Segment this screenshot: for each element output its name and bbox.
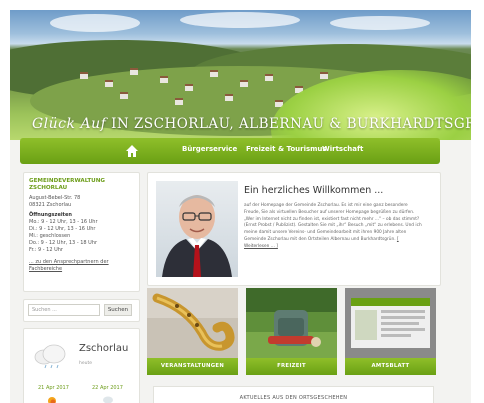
contact-info-title: GEMEINDEVERWALTUNG ZSCHORLAU (29, 178, 106, 191)
tile-leisure[interactable]: FREIZEIT (246, 288, 337, 375)
opening-hours-monday: Mo.: 9 - 12 Uhr, 13 - 16 Uhr (29, 219, 98, 225)
nav-item-wirtschaft[interactable]: Wirtschaft (322, 145, 363, 153)
contacts-link-line2[interactable]: Fachbereiche (29, 266, 62, 273)
weather-widget: Zschorlau heute 21 Apr 2017 22 Apr 2017 (23, 328, 140, 403)
welcome-title: Ein herzliches Willkommen ... (244, 185, 384, 196)
site-title: Glück Auf in Zschorlau, Albernau & Burkh… (32, 116, 471, 132)
weather-city: Zschorlau (79, 343, 129, 354)
main-nav: Bürgerservice Freizeit & Tourismus Wirts… (20, 138, 440, 164)
site-title-script: Glück Auf (32, 116, 107, 132)
sun-icon (48, 397, 56, 403)
mayor-portrait (156, 181, 238, 277)
welcome-box: Ein herzliches Willkommen ... auf der Ho… (147, 172, 441, 286)
opening-hours-friday: Fr.: 9 - 12 Uhr (29, 247, 63, 253)
search-button[interactable]: Suchen (104, 304, 132, 316)
leisure-image (246, 288, 337, 358)
tile-gazette[interactable]: AMTSBLATT (345, 288, 436, 375)
header-banner: Glück Auf in Zschorlau, Albernau & Burkh… (10, 10, 471, 140)
saxophone-image (147, 288, 238, 358)
welcome-body: auf der Homepage der Gemeinde Zschorlau.… (244, 203, 422, 242)
nav-item-freizeit[interactable]: Freizeit & Tourismus (246, 145, 327, 153)
news-title: AKTUELLES AUS DEN ORTSGESCHEHEN (239, 395, 348, 401)
opening-hours-tuesday: Di.: 9 - 12 Uhr, 13 - 16 Uhr (29, 226, 96, 232)
search-box: Suchen ... Suchen (23, 299, 140, 322)
page: Glück Auf in Zschorlau, Albernau & Burkh… (10, 10, 471, 403)
address-city: 08321 Zschorlau (29, 202, 72, 208)
address-street: August-Bebel-Str. 78 (29, 195, 81, 201)
news-box: AKTUELLES AUS DEN ORTSGESCHEHEN (153, 386, 434, 403)
tile-events-label[interactable]: VERANSTALTUNGEN (147, 358, 238, 375)
site-title-main: in Zschorlau, Albernau & Burkhardtsgrün (111, 116, 471, 132)
opening-hours-title: Öffnungszeiten (29, 212, 72, 218)
opening-hours-wednesday: Mi.: geschlossen (29, 233, 71, 239)
welcome-text: auf der Homepage der Gemeinde Zschorlau.… (244, 203, 422, 251)
opening-hours-thursday: Do.: 9 - 12 Uhr, 13 - 18 Uhr (29, 240, 98, 246)
search-input[interactable]: Suchen ... (28, 304, 100, 316)
weather-icon (34, 344, 66, 369)
contacts-link[interactable]: ... zu den Ansprechpartnern der (29, 259, 109, 266)
forecast-date-2: 22 Apr 2017 (92, 385, 123, 391)
forecast-date-1: 21 Apr 2017 (38, 385, 69, 391)
gazette-image (345, 288, 436, 358)
tile-gazette-label[interactable]: AMTSBLATT (345, 358, 436, 375)
contact-info-box: GEMEINDEVERWALTUNG ZSCHORLAU August-Bebe… (23, 172, 140, 292)
tile-events[interactable]: VERANSTALTUNGEN (147, 288, 238, 375)
home-icon[interactable] (124, 143, 140, 159)
weather-day: heute (79, 361, 93, 366)
tile-leisure-label[interactable]: FREIZEIT (246, 358, 337, 375)
cloud-rain-icon (103, 396, 113, 403)
nav-item-buergerservice[interactable]: Bürgerservice (182, 145, 237, 153)
